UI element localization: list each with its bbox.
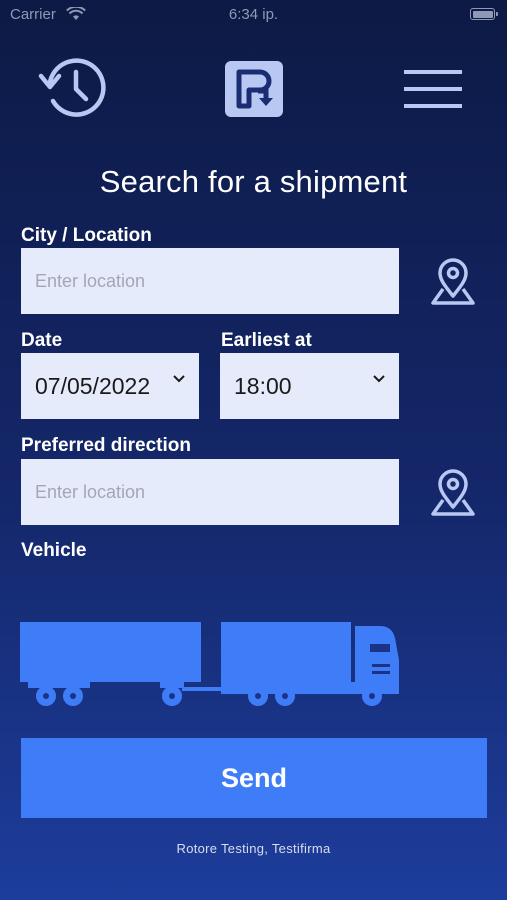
- page-title: Search for a shipment: [99, 164, 408, 199]
- date-label: Date: [21, 330, 63, 351]
- earliest-label: Earliest at: [221, 330, 312, 351]
- direction-label: Preferred direction: [21, 435, 191, 456]
- date-value: 07/05/2022: [35, 372, 151, 399]
- earliest-time-select[interactable]: 18:00: [220, 353, 399, 419]
- hamburger-menu-icon[interactable]: [402, 67, 466, 111]
- date-select[interactable]: 07/05/2022: [21, 353, 199, 419]
- send-button[interactable]: Send: [21, 738, 487, 818]
- history-clock-icon[interactable]: [38, 55, 110, 121]
- app-logo-icon[interactable]: [224, 60, 284, 118]
- vehicle-label: Vehicle: [21, 540, 87, 561]
- truck-trailer-icon[interactable]: [20, 618, 404, 714]
- status-time: 6:34 ip.: [228, 6, 279, 23]
- location-input[interactable]: [21, 248, 399, 314]
- earliest-time-value: 18:00: [234, 372, 292, 399]
- battery-icon: [470, 8, 498, 20]
- map-pin-icon[interactable]: [427, 256, 479, 308]
- send-button-label: Send: [220, 762, 287, 793]
- direction-input[interactable]: [21, 459, 399, 525]
- chevron-down-icon: [173, 375, 185, 383]
- status-bar: Carrier 6:34 ip.: [0, 0, 507, 30]
- footer-company: Rotore Testing, Testifirma: [176, 841, 331, 856]
- map-pin-icon[interactable]: [427, 467, 479, 519]
- location-label: City / Location: [21, 225, 152, 246]
- chevron-down-icon: [373, 375, 385, 383]
